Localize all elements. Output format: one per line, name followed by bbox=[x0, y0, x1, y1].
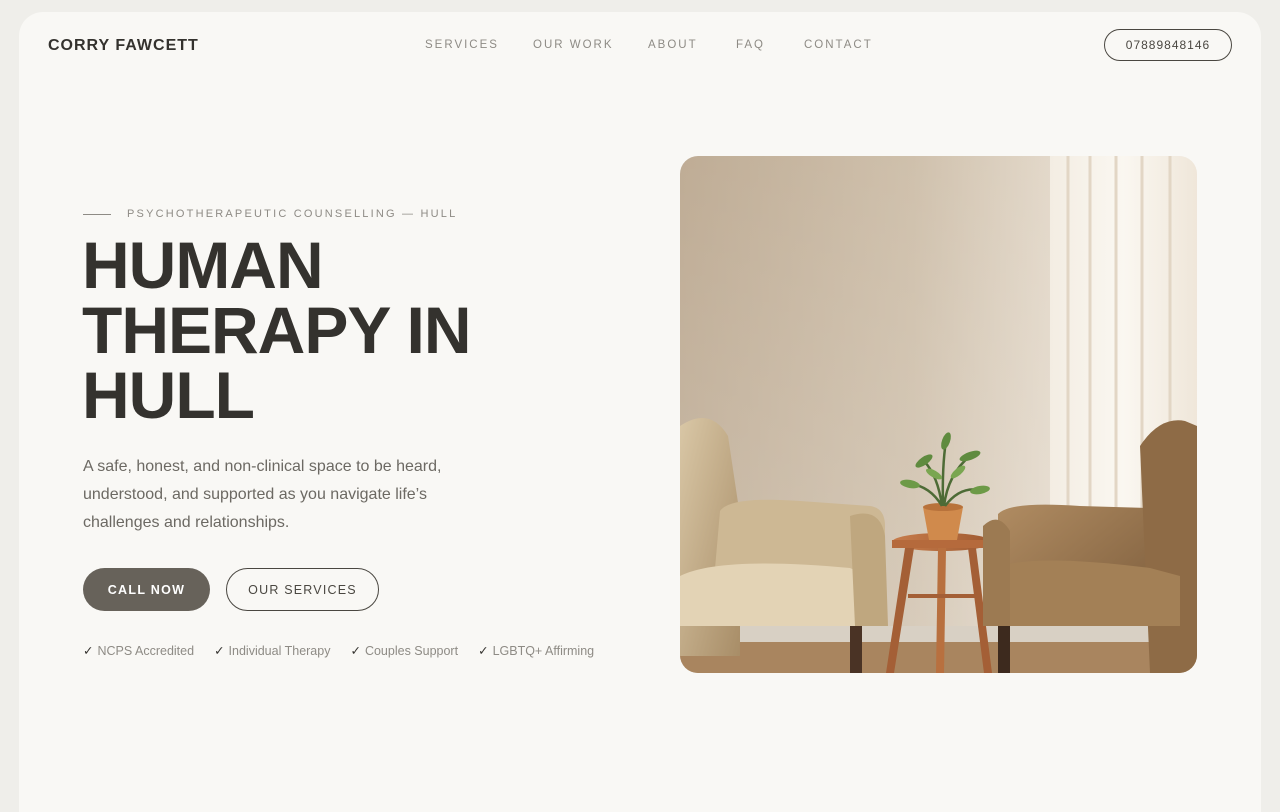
hero-eyebrow: PSYCHOTHERAPEUTIC COUNSELLING — HULL bbox=[83, 208, 457, 220]
check-icon: ✓ bbox=[214, 644, 225, 658]
eyebrow-text: PSYCHOTHERAPEUTIC COUNSELLING — HULL bbox=[127, 208, 458, 220]
badge-couples-support: ✓ Couples Support bbox=[350, 644, 459, 658]
therapy-room-image bbox=[680, 156, 1197, 673]
main-nav: SERVICES OUR WORK ABOUT FAQ CONTACT bbox=[19, 39, 1261, 53]
nav-link-our-work[interactable]: OUR WORK bbox=[533, 39, 614, 51]
phone-button[interactable]: 07889848146 bbox=[1104, 29, 1232, 61]
eyebrow-rule bbox=[83, 213, 111, 215]
badge-lgbtq-affirming: ✓ LGBTQ+ Affirming bbox=[478, 644, 595, 658]
headline-line-2: THERAPY IN bbox=[82, 293, 472, 367]
headline-line-1: HUMAN bbox=[82, 228, 324, 302]
call-now-button[interactable]: CALL NOW bbox=[83, 568, 210, 611]
nav-link-faq[interactable]: FAQ bbox=[736, 39, 765, 51]
headline-line-3: HULL bbox=[82, 358, 255, 432]
check-icon: ✓ bbox=[83, 644, 94, 658]
badge-individual-therapy: ✓ Individual Therapy bbox=[214, 644, 331, 658]
badge-ncps: ✓ NCPS Accredited bbox=[83, 644, 195, 658]
page-container: CORRY FAWCETT SERVICES OUR WORK ABOUT FA… bbox=[19, 12, 1261, 812]
hero-headline: HUMAN THERAPY IN HULL bbox=[82, 228, 502, 432]
check-icon: ✓ bbox=[478, 644, 489, 658]
check-icon: ✓ bbox=[350, 644, 361, 658]
nav-link-services[interactable]: SERVICES bbox=[425, 39, 499, 51]
hero-description: A safe, honest, and non-clinical space t… bbox=[83, 458, 442, 531]
nav-link-contact[interactable]: CONTACT bbox=[804, 39, 873, 51]
credential-badges: ✓ NCPS Accredited ✓ Individual Therapy ✓ Co… bbox=[83, 643, 594, 658]
nav-link-about[interactable]: ABOUT bbox=[648, 39, 698, 51]
our-services-button[interactable]: OUR SERVICES bbox=[226, 568, 379, 611]
